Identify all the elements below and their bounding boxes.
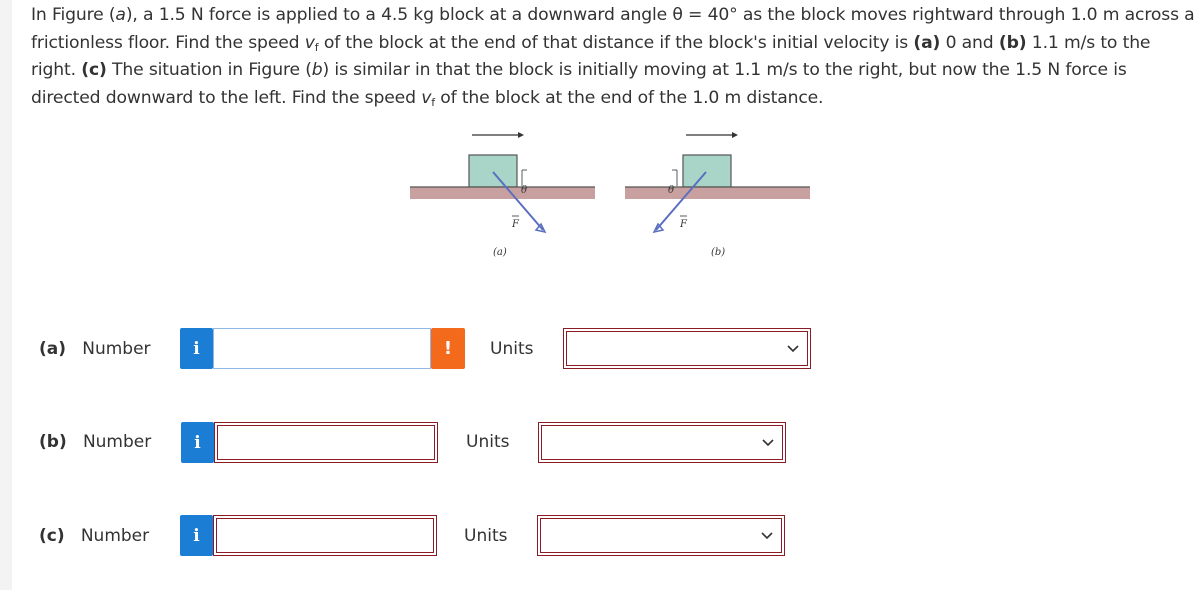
part-b-marker: (b) bbox=[998, 32, 1027, 53]
info-icon[interactable]: i bbox=[180, 328, 213, 369]
warning-icon[interactable]: ! bbox=[431, 328, 465, 369]
floor-a bbox=[410, 187, 595, 199]
theta-label-b: θ bbox=[668, 185, 674, 196]
part-label: (c) bbox=[39, 526, 65, 546]
units-select-b[interactable] bbox=[538, 422, 786, 463]
units-select-a[interactable] bbox=[563, 328, 811, 369]
number-input-a[interactable] bbox=[213, 328, 431, 369]
chevron-down-icon bbox=[761, 531, 773, 539]
vf-symbol: v bbox=[421, 87, 432, 108]
info-icon[interactable]: i bbox=[180, 515, 213, 556]
problem-text: of the block at the end of the 1.0 m dis… bbox=[434, 87, 824, 108]
force-figure: θ F θ F (a) (b) bbox=[400, 120, 820, 270]
chevron-down-icon bbox=[787, 344, 799, 352]
vf-symbol: v bbox=[304, 32, 315, 53]
figure-b: θ F bbox=[625, 132, 810, 234]
floor-b bbox=[625, 187, 810, 199]
input-inner bbox=[216, 331, 428, 366]
block-a bbox=[468, 154, 518, 188]
number-input-c[interactable] bbox=[213, 515, 437, 556]
row-label-a: (a) Number bbox=[39, 339, 151, 359]
force-label-b: F bbox=[679, 219, 688, 230]
number-label: Number bbox=[80, 526, 150, 546]
units-select-c[interactable] bbox=[537, 515, 785, 556]
problem-text: of the block at the end of that distance… bbox=[318, 32, 914, 53]
number-label: Number bbox=[82, 339, 151, 359]
part-label: (b) bbox=[39, 432, 67, 452]
select-inner bbox=[540, 518, 782, 553]
figure-ref-a: a bbox=[115, 5, 126, 25]
select-inner bbox=[541, 425, 783, 460]
figure-ref-b: b bbox=[311, 60, 323, 80]
velocity-arrowhead-b bbox=[732, 132, 738, 138]
row-label-b: (b) Number bbox=[39, 432, 151, 452]
input-inner bbox=[217, 425, 435, 460]
figure-drawing: θ F θ F bbox=[410, 132, 810, 234]
theta-label-a: θ bbox=[521, 185, 527, 196]
problem-text: The situation in Figure ( bbox=[106, 60, 312, 80]
row-label-c: (c) Number bbox=[39, 526, 149, 546]
caption-a: (a) bbox=[493, 247, 507, 258]
units-label-a: Units bbox=[490, 339, 534, 359]
force-label-a: F bbox=[511, 219, 520, 230]
number-label: Number bbox=[82, 432, 152, 452]
select-inner bbox=[566, 331, 808, 366]
left-gutter bbox=[0, 0, 12, 590]
figure-a: θ F bbox=[410, 132, 595, 234]
chevron-down-icon bbox=[762, 438, 774, 446]
block-b bbox=[682, 154, 732, 188]
problem-text: In Figure ( bbox=[31, 5, 116, 25]
units-label-b: Units bbox=[466, 432, 510, 452]
part-a-marker: (a) bbox=[913, 32, 941, 53]
velocity-arrowhead-a bbox=[518, 132, 524, 138]
number-input-b[interactable] bbox=[214, 422, 438, 463]
problem-statement: In Figure (a), a 1.5 N force is applied … bbox=[31, 2, 1196, 112]
caption-b: (b) bbox=[711, 247, 726, 258]
problem-text: 0 and bbox=[940, 32, 999, 53]
part-label: (a) bbox=[39, 339, 67, 359]
input-inner bbox=[216, 518, 434, 553]
info-icon[interactable]: i bbox=[181, 422, 214, 463]
part-c-marker: (c) bbox=[81, 60, 107, 80]
units-label-c: Units bbox=[464, 526, 508, 546]
